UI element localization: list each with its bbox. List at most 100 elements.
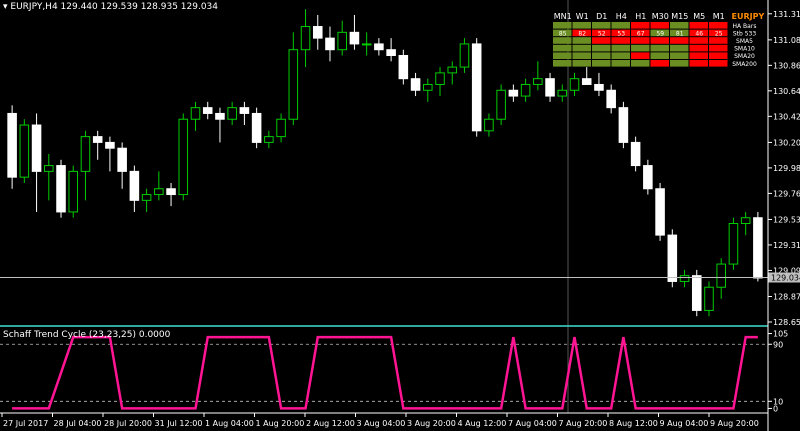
- candle-body: [129, 170, 140, 201]
- signal-cell: [611, 22, 630, 29]
- signal-cell: [631, 44, 650, 52]
- candle-body: [202, 107, 213, 114]
- candle-body: [581, 78, 592, 85]
- indicator-levels: 10590100: [0, 330, 788, 413]
- signal-cell: [689, 22, 708, 29]
- signal-cell: [611, 44, 630, 52]
- signal-cell: [709, 60, 728, 67]
- candle-body: [508, 89, 519, 97]
- candle-body: [606, 89, 616, 109]
- pair-label: EURJPY: [732, 12, 765, 21]
- signal-cell: [670, 52, 689, 59]
- candle-body: [704, 286, 714, 311]
- signal-cell: [650, 37, 669, 44]
- signal-cell: [709, 37, 728, 44]
- price-tick-label: 129.315: [773, 241, 800, 250]
- time-tick-label: 8 Aug 12:00: [609, 419, 658, 428]
- candle-body: [154, 188, 164, 196]
- row-label: HA Bars: [733, 23, 757, 30]
- signal-value: 82: [578, 30, 586, 37]
- signal-cell: [709, 22, 728, 29]
- price-tick-label: 129.760: [773, 189, 800, 198]
- candle-body: [471, 43, 482, 132]
- candle-body: [557, 89, 568, 97]
- candle-body: [141, 194, 152, 201]
- price-tick-label: 130.200: [773, 138, 800, 147]
- candle-body: [496, 89, 506, 120]
- time-tick-label: 3 Aug 20:00: [407, 419, 456, 428]
- candle-body: [325, 37, 335, 51]
- signal-cell: [670, 37, 689, 44]
- candle-body: [716, 263, 726, 288]
- stc-line: [12, 335, 758, 410]
- timeframe-header: MN1: [554, 12, 572, 21]
- signal-value: 46: [695, 30, 703, 37]
- signal-cell: [592, 60, 611, 67]
- signal-cell: [650, 44, 669, 52]
- time-tick-label: 7 Aug 04:00: [508, 419, 557, 428]
- candle-body: [435, 72, 445, 85]
- signal-cell: [670, 22, 689, 29]
- candle-body: [630, 141, 641, 167]
- candle-body: [337, 31, 347, 51]
- signal-cell: [553, 37, 572, 44]
- candle-body: [227, 107, 237, 120]
- price-tick-label: 131.085: [773, 36, 800, 45]
- candle-body: [423, 83, 433, 91]
- signal-cell: [611, 52, 630, 59]
- row-label: SMA20: [734, 53, 755, 60]
- signal-cell: [553, 22, 572, 29]
- dropdown-arrow-icon[interactable]: ▾: [3, 2, 8, 12]
- time-tick-label: 4 Aug 12:00: [458, 419, 507, 428]
- candle-body: [569, 78, 580, 91]
- signal-cell: [689, 44, 708, 52]
- candle-body: [56, 165, 66, 213]
- candle-body: [594, 83, 604, 91]
- trend-dashboard: MN1 W1 D1 H4 H1 M30 M15 M5 M1 EURJPY HA Bars 85 82 52…: [553, 12, 764, 68]
- row-label: Stb 533: [733, 30, 757, 37]
- level-label: 105: [773, 330, 788, 339]
- candle-body: [166, 188, 176, 196]
- price-tick-label: 131.310: [773, 10, 800, 19]
- candle-body: [215, 112, 225, 120]
- candle-body: [178, 118, 189, 196]
- candle-body: [447, 66, 458, 74]
- signal-cell: [592, 37, 611, 44]
- candle-body: [117, 147, 127, 172]
- symbol-timeframe: EURJPY,H4: [10, 2, 58, 12]
- candle-body: [312, 26, 323, 39]
- timeframe-header: M15: [671, 12, 688, 21]
- signal-cell: [592, 52, 611, 59]
- candle-body: [679, 275, 690, 282]
- time-tick-label: 27 Jul 2017: [3, 419, 48, 428]
- indicator-title: Schaff Trend Cycle (23,23,25) 0.0000: [3, 330, 171, 340]
- candle-body: [484, 118, 494, 132]
- candle-body: [349, 31, 360, 45]
- price-tick-label: 130.425: [773, 112, 800, 121]
- signal-value: 52: [598, 30, 606, 37]
- candle-body: [239, 107, 250, 114]
- candle-body: [753, 217, 763, 279]
- candle-body: [386, 49, 396, 57]
- level-label: 90: [773, 340, 783, 349]
- signal-cell: [572, 37, 591, 44]
- time-tick-label: 28 Jul 20:00: [104, 419, 152, 428]
- candle-body: [190, 107, 201, 120]
- signal-value: 53: [617, 30, 625, 37]
- candle-body: [691, 275, 702, 311]
- timeframe-header: M30: [652, 12, 669, 21]
- signal-cell: [689, 52, 708, 59]
- candle-body: [31, 124, 42, 172]
- signal-cell: [592, 22, 611, 29]
- signal-cell: [572, 52, 591, 59]
- signal-cell: [611, 37, 630, 44]
- signal-cell: [689, 60, 708, 67]
- candle-body: [545, 78, 555, 97]
- signal-cell: [572, 44, 591, 52]
- candle-body: [80, 136, 91, 172]
- signal-cell: [553, 44, 572, 52]
- candle-body: [276, 118, 286, 138]
- chart-canvas[interactable]: 131.310 131.085 130.865 130.645 130.425 130.2…: [0, 0, 800, 431]
- level-label: 0: [773, 404, 778, 413]
- candle-body: [264, 136, 274, 143]
